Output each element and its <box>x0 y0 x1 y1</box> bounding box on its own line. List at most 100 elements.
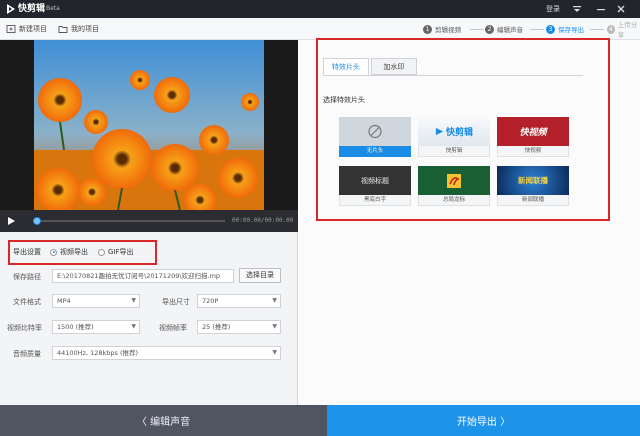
chevron-down-icon: ▼ <box>272 323 277 330</box>
radio-label: 视频导出 <box>60 248 88 256</box>
intro-option-kuaijianji[interactable]: 快剪辑 快剪辑 <box>418 117 490 157</box>
playback-slider[interactable] <box>32 217 225 225</box>
minimize-icon[interactable] <box>596 4 606 14</box>
thumbnail-image: 快视频 <box>497 117 569 146</box>
file-format-select[interactable]: MP4 ▼ <box>52 294 140 308</box>
thumbnail-overlay-text: 视频标题 <box>361 176 389 185</box>
beta-badge: Beta <box>46 5 60 12</box>
step-edit-audio[interactable]: 2 编辑声音 <box>485 23 523 35</box>
playback-handle[interactable] <box>32 217 41 225</box>
flower-preview-image <box>0 40 298 210</box>
app-name: 快剪辑 <box>18 4 46 14</box>
radio-gif-export[interactable]: GIF导出 <box>98 247 134 257</box>
intro-option-black-white[interactable]: 视频标题 黑底白字 <box>339 166 411 206</box>
chevron-down-icon: ▼ <box>272 297 277 304</box>
step-connector <box>590 29 604 30</box>
intro-option-kuaishipin[interactable]: 快视频 快视频 <box>497 117 569 157</box>
chevron-down-icon: ▼ <box>131 323 136 330</box>
thumbnail-image <box>418 166 490 195</box>
toolbar: 新建项目 我的项目 1 剪辑视频 2 编辑声音 3 保存导出 4 上传分享 <box>0 18 640 40</box>
back-edit-audio-button[interactable]: 〈 编辑声音 <box>0 405 327 436</box>
step-number: 3 <box>546 24 555 34</box>
radio-video-export[interactable]: 视频导出 <box>50 247 88 257</box>
audio-quality-label: 音频质量 <box>13 350 41 358</box>
intro-option-news[interactable]: 新闻联播 新闻联播 <box>497 166 569 206</box>
step-save-export[interactable]: 3 保存导出 <box>546 23 584 35</box>
thumbnail-caption: 无片头 <box>339 146 411 157</box>
browse-folder-button[interactable]: 选择目录 <box>239 268 281 283</box>
step-upload-share: 4 上传分享 <box>607 21 640 39</box>
step-label: 上传分享 <box>617 21 638 39</box>
step-connector <box>470 29 484 30</box>
export-settings-label: 导出设置 <box>13 248 41 256</box>
audio-quality-value: 44100Hz, 128kbps (推荐) <box>57 349 139 357</box>
radio-button[interactable] <box>98 248 105 256</box>
video-preview <box>0 40 298 210</box>
thumbnail-image <box>339 117 411 146</box>
play-icon[interactable] <box>6 216 16 226</box>
radio-label: GIF导出 <box>108 248 134 256</box>
dropdown-menu-icon[interactable] <box>572 4 582 14</box>
export-size-select[interactable]: 720P ▼ <box>197 294 281 308</box>
title-bar: 快剪辑 Beta 登录 <box>0 0 640 18</box>
export-mode-group: 导出设置 视频导出 GIF导出 <box>13 247 134 257</box>
chevron-down-icon: ▼ <box>131 297 136 304</box>
save-path-label: 保存路径 <box>13 273 41 281</box>
kuaijianji-logo-icon <box>435 127 444 136</box>
file-format-label: 文件格式 <box>13 298 41 306</box>
thumbnail-caption: 新闻联播 <box>497 195 569 206</box>
thumbnail-overlay-text: 新闻联播 <box>518 176 548 185</box>
thumbnail-caption: 黑底白字 <box>339 195 411 206</box>
thumbnail-image: 视频标题 <box>339 166 411 195</box>
bitrate-label: 视频比特率 <box>7 324 42 332</box>
thumbnail-caption: 快剪辑 <box>418 146 490 157</box>
thumbnail-image: 快剪辑 <box>418 117 490 146</box>
audio-quality-select[interactable]: 44100Hz, 128kbps (推荐) ▼ <box>52 346 281 360</box>
step-connector <box>530 29 544 30</box>
no-intro-icon <box>368 124 382 139</box>
close-icon[interactable] <box>616 4 626 14</box>
my-projects-button[interactable]: 我的项目 <box>58 23 99 35</box>
my-projects-label: 我的项目 <box>71 25 99 33</box>
thumbnail-caption: 总局龙标 <box>418 195 490 206</box>
step-number: 2 <box>485 24 494 34</box>
export-size-value: 720P <box>202 297 219 305</box>
chevron-down-icon: ▼ <box>272 349 277 356</box>
step-number: 1 <box>423 24 432 34</box>
thumbnail-caption: 快视频 <box>497 146 569 157</box>
tab-watermark[interactable]: 加水印 <box>371 58 417 75</box>
step-label: 保存导出 <box>558 26 584 34</box>
player-controls: 00:00.00/00:00.00 <box>0 210 298 232</box>
tab-intro-effects[interactable]: 特效片头 <box>323 58 369 75</box>
file-format-value: MP4 <box>57 297 71 305</box>
framerate-value: 25 (推荐) <box>202 323 231 331</box>
start-export-button[interactable]: 开始导出 〉 <box>327 405 640 436</box>
new-project-icon <box>6 25 16 33</box>
save-path-field[interactable]: E:\20170821趣拍无忧订阅号\20171209\欢迎扫描.mp <box>52 269 234 283</box>
step-edit-video[interactable]: 1 剪辑视频 <box>423 23 461 35</box>
intro-option-dragon-logo[interactable]: 总局龙标 <box>418 166 490 206</box>
timecode: 00:00.00/00:00.00 <box>232 217 294 224</box>
step-label: 剪辑视频 <box>435 26 461 34</box>
step-label: 编辑声音 <box>497 26 523 34</box>
thumbnail-overlay-text: 快剪辑 <box>445 128 473 138</box>
folder-icon <box>58 26 68 33</box>
new-project-button[interactable]: 新建项目 <box>6 23 47 35</box>
bitrate-value: 1500 (推荐) <box>57 323 94 331</box>
thumbnail-image: 新闻联播 <box>497 166 569 195</box>
step-number: 4 <box>607 24 615 34</box>
framerate-label: 视频帧率 <box>159 324 187 332</box>
save-path-value: E:\20170821趣拍无忧订阅号\20171209\欢迎扫描.mp <box>57 272 221 280</box>
framerate-select[interactable]: 25 (推荐) ▼ <box>197 320 281 334</box>
new-project-label: 新建项目 <box>19 25 47 33</box>
export-size-label: 导出尺寸 <box>162 298 190 306</box>
intro-option-none[interactable]: 无片头 <box>339 117 411 157</box>
section-title: 选择特效片头 <box>323 96 365 104</box>
app-logo-icon <box>7 4 15 14</box>
login-link[interactable]: 登录 <box>546 4 560 14</box>
radio-button[interactable] <box>50 248 57 256</box>
dragon-logo-icon <box>447 173 461 188</box>
bitrate-select[interactable]: 1500 (推荐) ▼ <box>52 320 140 334</box>
thumbnail-overlay-text: 快视频 <box>519 128 547 138</box>
tab-divider <box>323 75 583 76</box>
